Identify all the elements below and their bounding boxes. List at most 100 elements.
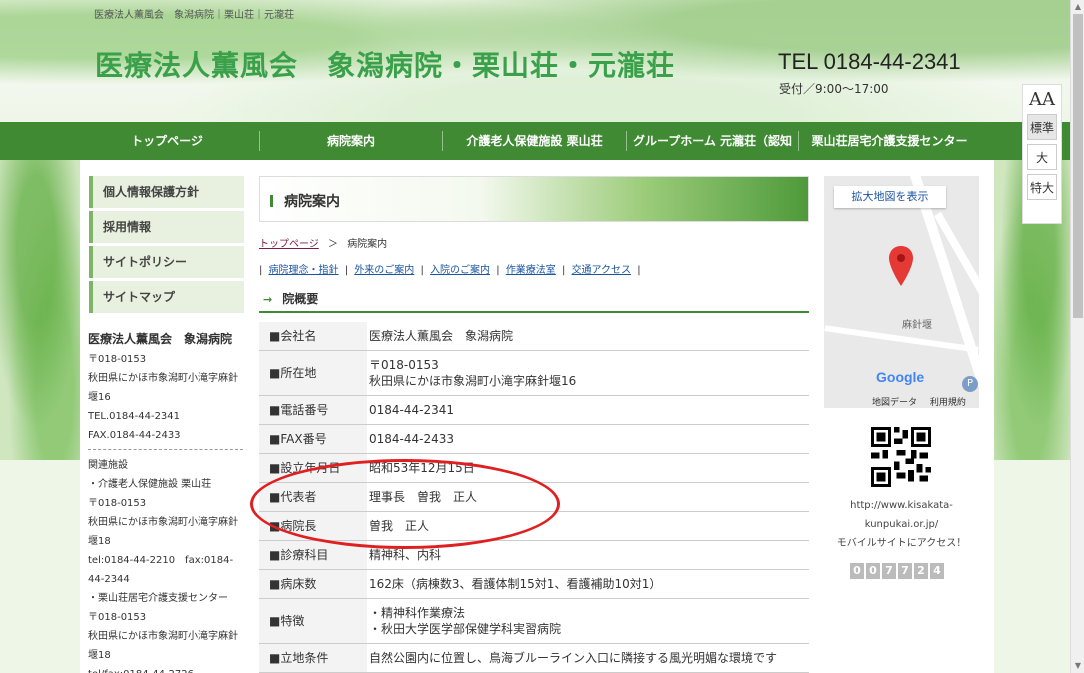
site-title[interactable]: 医療法人薫風会 象潟病院・栗山荘・元瀧荘 — [95, 44, 675, 84]
link-philosophy[interactable]: 病院理念・指針 — [269, 265, 339, 276]
row-value: 〒018-0153 秋田県にかほ市象潟町小滝字麻針堰16 — [367, 350, 809, 396]
counter-digit: 2 — [914, 563, 928, 579]
header-breadcrumb: 医療法人薫風会 象潟病院｜栗山荘｜元瀧荘 — [94, 10, 294, 21]
row-value-line: 曽我 正人 — [369, 519, 430, 533]
related-line: 〒018-0153 — [88, 498, 147, 509]
row-value: 0184-44-2433 — [367, 424, 809, 454]
counter-digit: 4 — [930, 563, 944, 579]
row-value-line: 秋田県にかほ市象潟町小滝字麻針堰16 — [369, 374, 577, 388]
page-title: 病院案内 — [284, 194, 340, 210]
table-row: ■会社名 医療法人薫風会 象潟病院 — [259, 322, 809, 351]
row-key: ■電話番号 — [259, 395, 367, 425]
header-tel: TEL 0184-44-2341 — [778, 49, 961, 74]
row-key: ■所在地 — [259, 350, 367, 396]
font-size-large-button[interactable]: 大 — [1027, 144, 1057, 170]
pegman-icon[interactable]: P — [962, 376, 978, 392]
nav-item-3[interactable]: グループホーム 元瀧荘（認知 — [626, 131, 798, 151]
overview-table: ■会社名 医療法人薫風会 象潟病院 ■所在地 〒018-0153 秋田県にかほ市象潟町小… — [259, 322, 809, 673]
row-value: ・精神科作業療法 ・秋田大学医学部保健学科実習病院 — [367, 598, 809, 644]
link-outpatient[interactable]: 外来のご案内 — [354, 265, 414, 276]
row-value: 162床（病棟数3、看護体制15対1、看護補助10対1） — [367, 569, 809, 599]
link-separator: | — [420, 265, 424, 276]
breadcrumb-separator: ＞ — [328, 239, 338, 250]
table-row: ■FAX番号 0184-44-2433 — [259, 424, 809, 454]
embedded-map[interactable]: 拡大地図を表示 麻針堰 Google P 地図データ 利用規約 — [824, 176, 979, 408]
row-key: ■病院長 — [259, 511, 367, 541]
font-size-xlarge-button[interactable]: 特大 — [1027, 174, 1057, 200]
qr-code-icon — [871, 427, 931, 487]
related-line: 堰18 — [88, 650, 111, 661]
google-logo: Google — [876, 369, 925, 385]
row-key: ■代表者 — [259, 482, 367, 512]
map-terms-link[interactable]: 利用規約 — [930, 398, 966, 408]
nav-item-2[interactable]: 介護老人保健施設 栗山荘 — [442, 131, 626, 151]
table-row: ■特徴 ・精神科作業療法 ・秋田大学医学部保健学科実習病院 — [259, 598, 809, 644]
breadcrumb-home-link[interactable]: トップページ — [259, 239, 319, 250]
sidebar-item-sitemap[interactable]: サイトマップ — [89, 281, 244, 313]
link-occupational-therapy[interactable]: 作業療法室 — [506, 265, 556, 276]
row-key: ■会社名 — [259, 322, 367, 351]
row-key: ■設立年月日 — [259, 453, 367, 483]
page-scrollbar[interactable]: ▲ ▼ — [1070, 0, 1084, 673]
nav-item-4[interactable]: 栗山荘居宅介護支援センター — [798, 131, 980, 151]
scroll-down-icon[interactable]: ▼ — [1071, 659, 1084, 673]
row-value: 自然公園内に位置し、鳥海ブルーライン入口に隣接する風光明媚な環境です — [367, 643, 809, 673]
table-row: ■病院長 曽我 正人 — [259, 511, 809, 541]
font-size-icon: AA — [1029, 89, 1055, 110]
related-line: 秋田県にかほ市象潟町小滝字麻針 — [88, 517, 238, 528]
address-line: FAX.0184-44-2433 — [88, 430, 181, 441]
link-access[interactable]: 交通アクセス — [572, 265, 632, 276]
mobile-url-line: kunpukai.or.jp/ — [864, 519, 939, 530]
scroll-up-icon[interactable]: ▲ — [1071, 0, 1084, 14]
table-row: ■代表者 理事長 曽我 正人 — [259, 482, 809, 512]
row-value-line: ・精神科作業療法 — [369, 606, 466, 620]
link-separator: | — [496, 265, 500, 276]
related-line: 〒018-0153 — [88, 612, 147, 623]
sidebar-item-recruit[interactable]: 採用情報 — [89, 211, 244, 243]
link-separator: | — [562, 265, 566, 276]
link-separator: | — [637, 265, 641, 276]
arrow-right-icon: → — [263, 293, 273, 306]
map-pin-icon[interactable] — [889, 246, 913, 286]
counter-digit: 0 — [850, 563, 864, 579]
nav-item-1[interactable]: 病院案内 — [259, 131, 442, 151]
row-value-line: 0184-44-2433 — [369, 432, 455, 446]
sidebar-org-name: 医療法人薫風会 象潟病院 — [88, 332, 233, 346]
title-marker — [270, 195, 273, 207]
related-line: 堰18 — [88, 536, 111, 547]
row-value: 0184-44-2341 — [367, 395, 809, 425]
row-value-line: 理事長 曽我 正人 — [369, 490, 478, 504]
breadcrumb: トップページ ＞ 病院案内 — [259, 235, 387, 250]
row-key: ■診療科目 — [259, 540, 367, 570]
row-value-line: 昭和53年12月15日 — [369, 461, 475, 475]
nav-item-0[interactable]: トップページ — [75, 131, 259, 151]
sidebar-item-site-policy[interactable]: サイトポリシー — [89, 246, 244, 278]
related-line: 44-2344 — [88, 574, 130, 585]
mobile-url-line: http://www.kisakata- — [850, 500, 953, 511]
row-key: ■病床数 — [259, 569, 367, 599]
divider — [88, 449, 243, 450]
row-key: ■特徴 — [259, 598, 367, 644]
left-background-lower — [0, 460, 90, 673]
enlarge-map-button[interactable]: 拡大地図を表示 — [834, 186, 946, 208]
mobile-cta[interactable]: モバイルサイトにアクセス！ — [824, 534, 979, 553]
table-row: ■設立年月日 昭和53年12月15日 — [259, 453, 809, 483]
counter-digit: 7 — [882, 563, 896, 579]
sidebar-address: 医療法人薫風会 象潟病院 〒018-0153 秋田県にかほ市象潟町小滝字麻針 堰… — [88, 330, 243, 673]
related-line: tel/fax:0184-44-2726 — [88, 665, 243, 673]
link-inpatient[interactable]: 入院のご案内 — [430, 265, 490, 276]
link-separator: | — [259, 265, 263, 276]
section-title: 院概要 — [282, 292, 319, 306]
map-attribution: 地図データ 利用規約 — [872, 395, 966, 408]
section-heading: → 院概要 — [259, 289, 809, 313]
related-line: ・栗山荘居宅介護支援センター — [88, 593, 228, 604]
font-size-standard-button[interactable]: 標準 — [1027, 114, 1057, 140]
scrollbar-thumb[interactable] — [1073, 14, 1083, 318]
counter-digit: 0 — [866, 563, 880, 579]
breadcrumb-current: 病院案内 — [347, 239, 388, 250]
row-value-line: 自然公園内に位置し、鳥海ブルーライン入口に隣接する風光明媚な環境です — [369, 651, 778, 665]
table-row: ■所在地 〒018-0153 秋田県にかほ市象潟町小滝字麻針堰16 — [259, 350, 809, 396]
map-data-link[interactable]: 地図データ — [872, 398, 917, 408]
sidebar-item-privacy[interactable]: 個人情報保護方針 — [89, 176, 244, 208]
map-road — [910, 176, 979, 397]
